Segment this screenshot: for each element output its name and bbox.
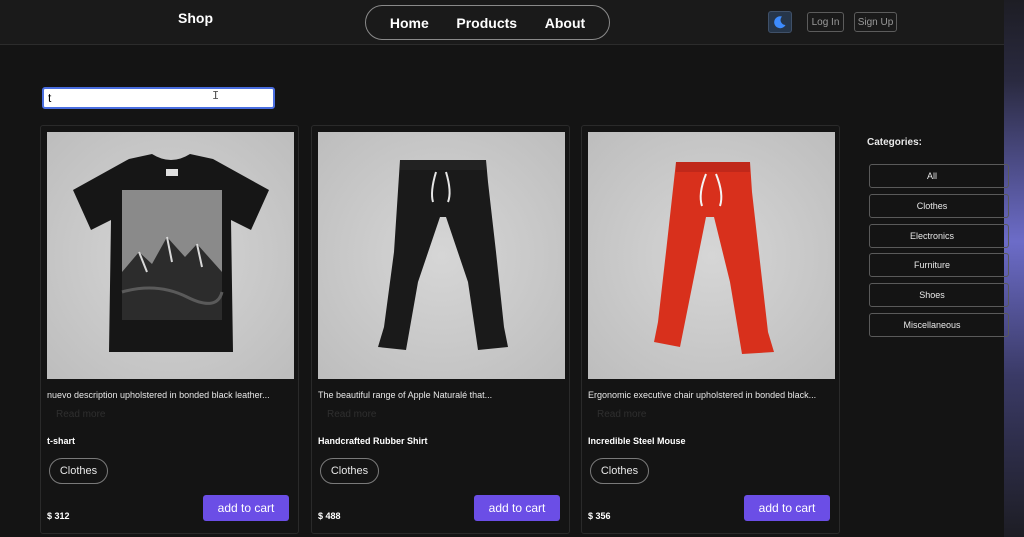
product-description: nuevo description upholstered in bonded … xyxy=(47,390,270,400)
product-price: $ 312 xyxy=(47,511,70,521)
category-shoes-button[interactable]: Shoes xyxy=(869,283,1009,308)
category-all-button[interactable]: All xyxy=(869,164,1009,188)
product-category-badge[interactable]: Clothes xyxy=(590,458,649,484)
category-furniture-button[interactable]: Furniture xyxy=(869,253,1009,278)
category-clothes-button[interactable]: Clothes xyxy=(869,193,1009,218)
add-to-cart-button[interactable]: add to cart xyxy=(474,495,560,521)
black-joggers-image xyxy=(378,160,508,350)
read-more-link[interactable]: Read more xyxy=(56,409,105,420)
product-image[interactable] xyxy=(588,132,835,379)
red-joggers-image xyxy=(654,162,774,354)
login-button[interactable]: Log In xyxy=(807,12,844,32)
black-tshirt-image xyxy=(73,154,269,352)
product-image[interactable] xyxy=(318,132,565,379)
top-header: Shop Home Products About Log In Sign Up xyxy=(0,0,1004,45)
product-card: The beautiful range of Apple Naturalé th… xyxy=(311,125,570,534)
moon-icon xyxy=(774,16,786,29)
theme-toggle-button[interactable] xyxy=(768,11,792,33)
nav-products[interactable]: Products xyxy=(456,15,517,31)
text-cursor-icon: I xyxy=(212,89,220,103)
main-nav: Home Products About xyxy=(365,5,610,40)
search-input[interactable] xyxy=(42,87,275,109)
add-to-cart-button[interactable]: add to cart xyxy=(744,495,830,521)
nav-about[interactable]: About xyxy=(545,15,585,31)
category-electronics-button[interactable]: Electronics xyxy=(869,223,1009,248)
product-description: Ergonomic executive chair upholstered in… xyxy=(588,390,817,400)
signup-button[interactable]: Sign Up xyxy=(854,12,897,32)
product-category-badge[interactable]: Clothes xyxy=(320,458,379,484)
read-more-link[interactable]: Read more xyxy=(327,409,376,420)
product-description: The beautiful range of Apple Naturalé th… xyxy=(318,390,493,400)
product-card: nuevo description upholstered in bonded … xyxy=(40,125,299,534)
product-price: $ 356 xyxy=(588,511,611,521)
categories-list: All Clothes Electronics Furniture Shoes … xyxy=(869,164,1009,343)
product-title: Incredible Steel Mouse xyxy=(588,436,686,446)
product-title: Handcrafted Rubber Shirt xyxy=(318,436,428,446)
read-more-link[interactable]: Read more xyxy=(597,409,646,420)
product-title: t-shart xyxy=(47,436,76,446)
product-image[interactable] xyxy=(47,132,294,379)
nav-home[interactable]: Home xyxy=(390,15,429,31)
product-price: $ 488 xyxy=(318,511,341,521)
product-card: Ergonomic executive chair upholstered in… xyxy=(581,125,840,534)
brand-logo[interactable]: Shop xyxy=(178,10,213,26)
categories-heading: Categories: xyxy=(867,137,923,148)
category-miscellaneous-button[interactable]: Miscellaneous xyxy=(869,312,1009,337)
product-category-badge[interactable]: Clothes xyxy=(49,458,108,484)
add-to-cart-button[interactable]: add to cart xyxy=(203,495,289,521)
